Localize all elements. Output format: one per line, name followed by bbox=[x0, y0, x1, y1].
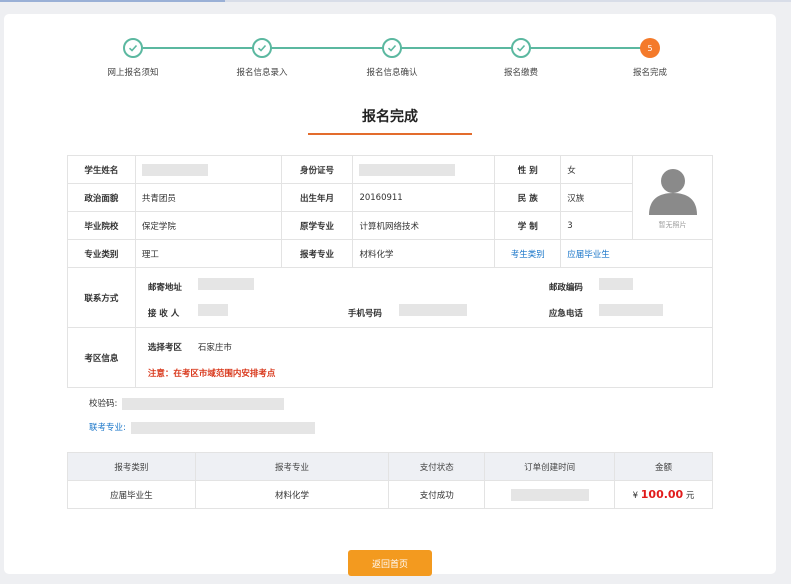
step-5-number-badge: 5 bbox=[640, 38, 660, 58]
header-major: 报考专业 bbox=[194, 452, 390, 481]
political-label: 政治面貌 bbox=[67, 183, 136, 212]
main-card: 网上报名须知 报名信息录入 报名信息确认 报名缴费 5 报名完成 报名完成 学生… bbox=[4, 14, 776, 576]
step-3-label: 报名信息确认 bbox=[366, 68, 418, 78]
schooling-label: 学 制 bbox=[494, 211, 562, 240]
gender-label: 性 别 bbox=[494, 155, 562, 184]
redacted-emergency-phone bbox=[598, 303, 663, 316]
contact-details: 邮寄地址 邮政编码 接 收 人 手机号码 应急电话 bbox=[134, 267, 714, 328]
id-number-value bbox=[352, 155, 496, 184]
table-row: 联系方式 邮寄地址 邮政编码 接 收 人 手机号码 应急电话 bbox=[67, 267, 714, 328]
redacted-postcode bbox=[598, 277, 633, 290]
avatar-placeholder-icon bbox=[648, 169, 697, 215]
name-label: 学生姓名 bbox=[67, 155, 136, 184]
payment-header-row: 报考类别 报考专业 支付状态 订单创建时间 金额 bbox=[67, 452, 713, 481]
table-row: 政治面貌 共青团员 出生年月 20160911 民 族 汉族 bbox=[67, 183, 713, 212]
school-value: 保定学院 bbox=[134, 211, 282, 240]
payment-table: 报考类别 报考专业 支付状态 订单创建时间 金额 应届毕业生 材料化学 支付成功… bbox=[67, 452, 713, 509]
redacted-joint-major bbox=[130, 421, 315, 434]
redacted-receiver bbox=[197, 303, 228, 316]
name-value bbox=[134, 155, 282, 184]
progress-stepper: 网上报名须知 报名信息录入 报名信息确认 报名缴费 5 报名完成 bbox=[4, 14, 776, 104]
birth-value: 20160911 bbox=[352, 183, 496, 212]
original-major-label: 原学专业 bbox=[280, 211, 354, 240]
title-underline bbox=[308, 133, 472, 135]
step-4-check-icon bbox=[511, 38, 531, 58]
payment-major: 材料化学 bbox=[194, 480, 390, 509]
emergency-label: 应急电话 bbox=[548, 308, 583, 319]
payment-created-time bbox=[484, 480, 616, 509]
table-row: 专业类别 理工 报考专业 材料化学 考生类别 应届毕业生 bbox=[67, 239, 713, 268]
return-home-button[interactable]: 返回首页 bbox=[348, 550, 432, 576]
joint-major-row: 联考专业: bbox=[89, 421, 315, 434]
candidate-type-label: 考生类别 bbox=[494, 239, 562, 268]
redacted-name bbox=[141, 163, 208, 176]
ethnicity-label: 民 族 bbox=[494, 183, 562, 212]
original-major-value: 计算机网络技术 bbox=[352, 211, 496, 240]
payment-amount: ¥ 100.00 元 bbox=[614, 480, 713, 509]
payment-status: 支付成功 bbox=[388, 480, 486, 509]
postcode-label: 邮政编码 bbox=[548, 282, 583, 293]
table-row: 考区信息 选择考区 石家庄市 注意：在考区市域范围内安排考点 bbox=[67, 327, 714, 388]
exam-area-note: 注意：在考区市域范围内安排考点 bbox=[147, 368, 276, 379]
id-number-label: 身份证号 bbox=[280, 155, 354, 184]
registration-info-table: 学生姓名 身份证号 性 别 女 暂无照片 政治面貌 共青团员 出生年月 2016… bbox=[67, 155, 714, 388]
select-area-label: 选择考区 bbox=[147, 342, 182, 353]
header-amount: 金额 bbox=[614, 452, 713, 481]
schooling-value: 3 bbox=[560, 211, 634, 240]
exam-area-label: 考区信息 bbox=[67, 327, 136, 388]
candidate-type-value: 应届毕业生 bbox=[560, 239, 713, 268]
amount-value: 100.00 bbox=[640, 488, 684, 501]
mail-address-label: 邮寄地址 bbox=[147, 282, 182, 293]
joint-major-label: 联考专业: bbox=[89, 423, 126, 433]
table-row: 应届毕业生 材料化学 支付成功 ¥ 100.00 元 bbox=[67, 480, 713, 509]
step-1-label: 网上报名须知 bbox=[107, 68, 159, 78]
major-category-label: 专业类别 bbox=[67, 239, 136, 268]
contact-label: 联系方式 bbox=[67, 267, 136, 328]
redacted-check-code bbox=[122, 397, 285, 410]
amount-unit: 元 bbox=[685, 491, 695, 501]
step-2-check-icon bbox=[252, 38, 272, 58]
gender-value: 女 bbox=[560, 155, 634, 184]
top-strip bbox=[0, 0, 791, 2]
header-created-time: 订单创建时间 bbox=[484, 452, 616, 481]
apply-major-value: 材料化学 bbox=[352, 239, 496, 268]
receiver-label: 接 收 人 bbox=[147, 308, 180, 319]
ethnicity-value: 汉族 bbox=[560, 183, 634, 212]
step-5-label: 报名完成 bbox=[632, 68, 667, 78]
table-row: 学生姓名 身份证号 性 别 女 暂无照片 bbox=[67, 155, 713, 240]
step-4-label: 报名缴费 bbox=[503, 68, 538, 78]
redacted-mobile bbox=[398, 303, 467, 316]
redacted-id-number bbox=[359, 163, 456, 176]
top-strip-segment bbox=[0, 0, 225, 2]
step-3-check-icon bbox=[382, 38, 402, 58]
apply-major-label: 报考专业 bbox=[280, 239, 354, 268]
step-2-label: 报名信息录入 bbox=[236, 68, 288, 78]
birth-label: 出生年月 bbox=[280, 183, 354, 212]
check-code-label: 校验码: bbox=[89, 399, 118, 409]
check-code-row: 校验码: bbox=[89, 397, 285, 410]
political-value: 共青团员 bbox=[134, 183, 282, 212]
redacted-mail-address bbox=[197, 277, 254, 290]
photo-cell: 暂无照片 bbox=[632, 155, 713, 240]
step-1-check-icon bbox=[123, 38, 143, 58]
table-row: 毕业院校 保定学院 原学专业 计算机网络技术 学 制 3 bbox=[67, 211, 713, 240]
major-category-value: 理工 bbox=[134, 239, 282, 268]
exam-area-details: 选择考区 石家庄市 注意：在考区市域范围内安排考点 bbox=[134, 327, 714, 388]
mobile-label: 手机号码 bbox=[347, 308, 382, 319]
school-label: 毕业院校 bbox=[67, 211, 136, 240]
page-title: 报名完成 bbox=[362, 109, 418, 125]
header-category: 报考类别 bbox=[67, 452, 196, 481]
select-area-value: 石家庄市 bbox=[197, 342, 232, 353]
redacted-created-time bbox=[510, 488, 589, 501]
photo-caption: 暂无照片 bbox=[658, 221, 687, 229]
payment-category: 应届毕业生 bbox=[67, 480, 196, 509]
header-status: 支付状态 bbox=[388, 452, 486, 481]
currency-symbol: ¥ bbox=[632, 491, 639, 501]
